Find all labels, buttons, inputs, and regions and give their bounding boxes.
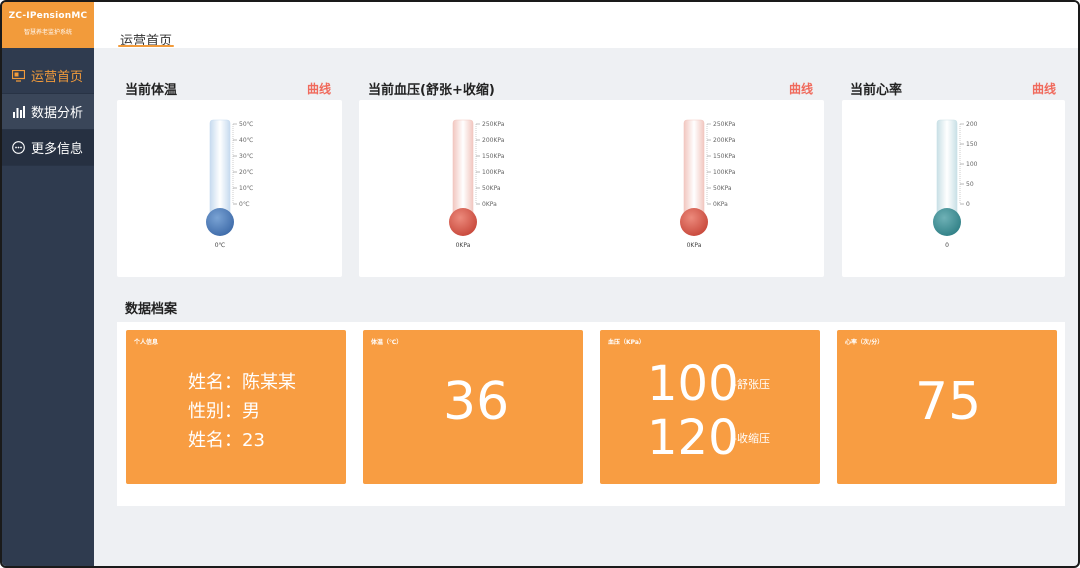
temperature-value: 36: [443, 372, 510, 432]
gauge-tick-label: 50℃: [239, 121, 254, 128]
bar-chart-icon: [12, 105, 25, 118]
diastolic-label: -舒张压: [733, 378, 770, 391]
archive-title: 数据档案: [125, 302, 178, 317]
gauge-bulb: [206, 208, 234, 236]
heart-rate-tile: 心率（次/分） 75: [837, 330, 1057, 484]
gauge-tick-label: 50KPa: [713, 185, 732, 192]
more-circle-icon: [12, 141, 25, 154]
brand-subtitle: 智慧养老监护系统: [23, 29, 72, 36]
gauge-value-label: 0: [945, 242, 949, 249]
gauge-tick-label: 0℃: [239, 201, 250, 208]
blood-pressure-curve-link[interactable]: 曲线: [789, 80, 813, 97]
gauge-tube: [209, 119, 231, 217]
info-gender: 性别：男: [188, 401, 260, 422]
gauge-tick-label: 200KPa: [482, 137, 505, 144]
sidebar-item-analysis[interactable]: 数据分析: [2, 94, 94, 130]
gauge-tick-label: 0KPa: [713, 201, 728, 208]
temperature-gauge: 50℃ 40℃ 30℃ 20℃ 10℃ 0℃ 0℃: [206, 119, 254, 249]
heart-rate-tile-title: 心率（次/分）: [845, 339, 884, 346]
heart-rate-title: 当前心率: [850, 83, 903, 98]
diastolic-gauge: 250KPa 200KPa 150KPa 100KPa 50KPa 0KPa 0KPa: [449, 119, 505, 249]
sidebar-item-more[interactable]: 更多信息: [2, 130, 94, 166]
heart-rate-curve-link[interactable]: 曲线: [1032, 80, 1056, 97]
gauge-tube: [683, 119, 705, 217]
temperature-curve-link[interactable]: 曲线: [307, 80, 331, 97]
gauge-tick-label: 250KPa: [482, 121, 505, 128]
sidebar-item-label: 运营首页: [31, 70, 84, 85]
brand-name: ZC-IPensionMC: [8, 11, 88, 21]
sidebar-item-label: 数据分析: [31, 106, 84, 121]
gauge-tick-label: 150KPa: [482, 153, 505, 160]
gauge-tick-label: 150KPa: [713, 153, 736, 160]
monitor-icon: [12, 69, 25, 82]
gauge-tick-label: 20℃: [239, 169, 254, 176]
gauge-tube: [452, 119, 474, 217]
systolic-label: -收缩压: [733, 432, 770, 445]
personal-info-title: 个人信息: [134, 339, 159, 346]
gauge-bulb: [449, 208, 477, 236]
personal-info-tile: 个人信息 姓名：陈某某 性别：男 姓名：23: [126, 330, 346, 484]
systolic-value: 120: [647, 410, 739, 466]
gauge-tick-label: 0: [966, 201, 970, 208]
gauge-tick-label: 200: [966, 121, 978, 128]
app-window: ZC-IPensionMC 智慧养老监护系统 运营首页 数据分析 更多信息 运营…: [0, 0, 1080, 568]
gauge-value-label: 0℃: [215, 242, 226, 249]
gauge-tick-label: 100KPa: [713, 169, 736, 176]
gauge-tick-label: 250KPa: [713, 121, 736, 128]
gauge-tick-label: 30℃: [239, 153, 254, 160]
tab-underline: [118, 45, 174, 47]
gauge-tick-label: 10℃: [239, 185, 254, 192]
gauge-tick-label: 40℃: [239, 137, 254, 144]
sidebar: ZC-IPensionMC 智慧养老监护系统 运营首页 数据分析 更多信息: [2, 2, 94, 566]
gauge-bulb: [933, 208, 961, 236]
sidebar-item-home[interactable]: 运营首页: [2, 58, 94, 94]
brand: ZC-IPensionMC 智慧养老监护系统: [2, 2, 94, 48]
heart-rate-value: 75: [915, 372, 982, 432]
temperature-tile-title: 体温（℃）: [371, 339, 403, 346]
gauge-tick-label: 100: [966, 161, 978, 168]
top-header: 运营首页: [94, 2, 1078, 49]
blood-pressure-tile-title: 血压（KPa）: [608, 339, 645, 346]
blood-pressure-tile: 血压（KPa） 100 -舒张压 120 -收缩压: [600, 330, 820, 484]
info-name: 姓名：陈某某: [188, 372, 296, 393]
diastolic-value: 100: [647, 356, 739, 412]
gauge-tick-label: 100KPa: [482, 169, 505, 176]
gauge-tick-label: 50KPa: [482, 185, 501, 192]
gauge-tick-label: 50: [966, 181, 974, 188]
gauge-tick-label: 200KPa: [713, 137, 736, 144]
temperature-tile: 体温（℃） 36: [363, 330, 583, 484]
gauge-bulb: [680, 208, 708, 236]
blood-pressure-title: 当前血压(舒张+收缩): [368, 83, 495, 98]
temperature-title: 当前体温: [125, 83, 178, 98]
gauge-value-label: 0KPa: [456, 242, 471, 249]
gauge-tick-label: 150: [966, 141, 978, 148]
gauge-tube: [936, 119, 958, 217]
gauge-tick-label: 0KPa: [482, 201, 497, 208]
gauge-value-label: 0KPa: [687, 242, 702, 249]
heart-rate-gauge: 200 150 100 50 0 0: [933, 119, 978, 249]
info-age: 姓名：23: [188, 430, 265, 451]
systolic-gauge: 250KPa 200KPa 150KPa 100KPa 50KPa 0KPa 0KPa: [680, 119, 736, 249]
sidebar-item-label: 更多信息: [31, 142, 84, 157]
